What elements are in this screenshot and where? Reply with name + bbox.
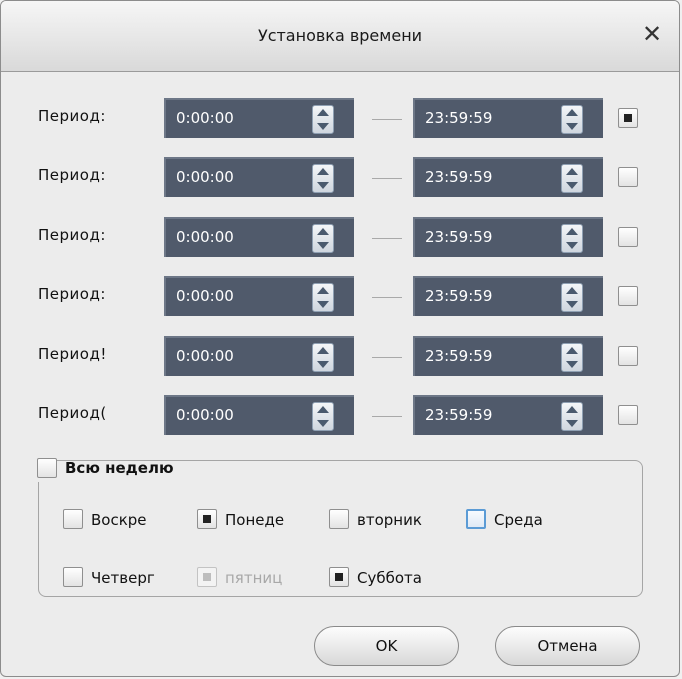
end-time-value: 23:59:59 (425, 168, 493, 186)
weekday-checkbox (197, 567, 217, 587)
spin-up-down-icon[interactable] (312, 105, 334, 134)
start-time-value: 0:00:00 (176, 109, 234, 127)
whole-week-checkbox[interactable] (37, 458, 57, 478)
weekday-option: пятниц (197, 567, 307, 591)
period-end-time-field[interactable]: 23:59:59 (413, 395, 603, 435)
period-row: Период! 0:00:00 23:59:59 (1, 336, 679, 376)
weekday-checkbox[interactable] (466, 509, 486, 529)
weekday-option[interactable]: Четверг (63, 567, 189, 591)
period-row: Период( 0:00:00 23:59:59 (1, 395, 679, 435)
weekday-checkbox[interactable] (329, 509, 349, 529)
weekday-label: Четверг (91, 569, 155, 587)
period-start-time-field[interactable]: 0:00:00 (164, 276, 354, 316)
period-label: Период: (38, 166, 106, 184)
period-label: Период: (38, 226, 106, 244)
spin-up-down-icon[interactable] (561, 283, 583, 312)
spin-up-down-icon[interactable] (312, 402, 334, 431)
start-time-value: 0:00:00 (176, 228, 234, 246)
whole-week-label: Всю неделю (65, 459, 174, 477)
end-time-value: 23:59:59 (425, 109, 493, 127)
period-end-time-field[interactable]: 23:59:59 (413, 157, 603, 197)
range-separator (372, 119, 402, 120)
end-time-value: 23:59:59 (425, 347, 493, 365)
end-time-value: 23:59:59 (425, 228, 493, 246)
spin-up-down-icon[interactable] (561, 402, 583, 431)
weekday-label: вторник (357, 511, 422, 529)
range-separator (372, 357, 402, 358)
period-enable-checkbox[interactable] (618, 346, 638, 366)
ok-button[interactable]: OK (314, 626, 459, 666)
weekday-checkbox[interactable] (197, 509, 217, 529)
weekday-label: пятниц (225, 569, 283, 587)
spin-up-down-icon[interactable] (312, 283, 334, 312)
start-time-value: 0:00:00 (176, 406, 234, 424)
close-icon[interactable]: ✕ (637, 19, 667, 49)
period-label: Период: (38, 107, 106, 125)
period-enable-checkbox[interactable] (618, 227, 638, 247)
weekday-label: Воскре (91, 511, 147, 529)
range-separator (372, 416, 402, 417)
period-label: Период( (38, 404, 107, 422)
cancel-button[interactable]: Отмена (495, 626, 640, 666)
period-start-time-field[interactable]: 0:00:00 (164, 217, 354, 257)
weekday-option[interactable]: Среда (466, 509, 606, 533)
period-start-time-field[interactable]: 0:00:00 (164, 336, 354, 376)
spin-up-down-icon[interactable] (561, 343, 583, 372)
spin-up-down-icon[interactable] (312, 343, 334, 372)
weekday-option[interactable]: Понеде (197, 509, 305, 533)
period-row: Период: 0:00:00 23:59:59 (1, 98, 679, 138)
dialog-title: Установка времени (257, 26, 423, 45)
start-time-value: 0:00:00 (176, 168, 234, 186)
time-setting-dialog: Установка времени ✕ Период: 0:00:00 23:5… (0, 0, 680, 677)
weekday-option[interactable]: Суббота (329, 567, 469, 591)
period-row: Период: 0:00:00 23:59:59 (1, 276, 679, 316)
spin-up-down-icon[interactable] (561, 164, 583, 193)
spin-up-down-icon[interactable] (561, 105, 583, 134)
period-start-time-field[interactable]: 0:00:00 (164, 157, 354, 197)
spin-up-down-icon[interactable] (312, 164, 334, 193)
period-end-time-field[interactable]: 23:59:59 (413, 98, 603, 138)
weekday-checkbox[interactable] (63, 509, 83, 529)
period-start-time-field[interactable]: 0:00:00 (164, 395, 354, 435)
weekday-label: Суббота (357, 569, 422, 587)
weekday-label: Понеде (225, 511, 285, 529)
weekday-option[interactable]: вторник (329, 509, 441, 533)
spin-up-down-icon[interactable] (561, 224, 583, 253)
period-enable-checkbox[interactable] (618, 167, 638, 187)
end-time-value: 23:59:59 (425, 287, 493, 305)
start-time-value: 0:00:00 (176, 287, 234, 305)
weekday-checkbox[interactable] (329, 567, 349, 587)
period-row: Период: 0:00:00 23:59:59 (1, 157, 679, 197)
start-time-value: 0:00:00 (176, 347, 234, 365)
period-label: Период: (38, 285, 106, 303)
weekday-checkbox[interactable] (63, 567, 83, 587)
weekday-label: Среда (494, 511, 543, 529)
period-enable-checkbox[interactable] (618, 286, 638, 306)
title-bar: Установка времени ✕ (1, 1, 679, 72)
period-label: Период! (38, 345, 107, 363)
spin-up-down-icon[interactable] (312, 224, 334, 253)
period-end-time-field[interactable]: 23:59:59 (413, 217, 603, 257)
period-end-time-field[interactable]: 23:59:59 (413, 336, 603, 376)
period-start-time-field[interactable]: 0:00:00 (164, 98, 354, 138)
period-enable-checkbox[interactable] (618, 405, 638, 425)
range-separator (372, 238, 402, 239)
range-separator (372, 297, 402, 298)
period-enable-checkbox[interactable] (618, 108, 638, 128)
end-time-value: 23:59:59 (425, 406, 493, 424)
period-row: Период: 0:00:00 23:59:59 (1, 217, 679, 257)
weekday-option[interactable]: Воскре (63, 509, 171, 533)
whole-week-toggle[interactable]: Всю неделю (37, 456, 174, 482)
range-separator (372, 178, 402, 179)
period-end-time-field[interactable]: 23:59:59 (413, 276, 603, 316)
